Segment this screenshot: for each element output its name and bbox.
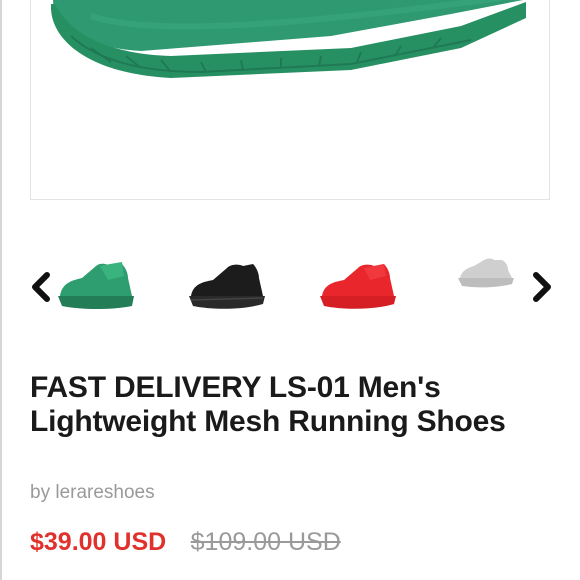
thumbnail-carousel — [0, 250, 580, 330]
thumbnail-red-shoe[interactable] — [314, 252, 404, 322]
thumbnail-black-shoe[interactable] — [183, 252, 273, 322]
price-row: $39.00 USD $109.00 USD — [30, 528, 341, 557]
product-title: FAST DELIVERY LS-01 Men's Lightweight Me… — [30, 371, 560, 439]
carousel-next-button[interactable] — [527, 270, 557, 304]
green-shoe-thumbnail — [58, 262, 134, 309]
chevron-right-icon — [533, 272, 551, 302]
vendor-link[interactable]: by lerareshoes — [30, 482, 155, 504]
red-shoe-thumbnail — [320, 264, 396, 309]
compare-at-price: $109.00 USD — [190, 528, 341, 556]
product-title-line-2: Lightweight Mesh Running Shoes — [30, 405, 506, 438]
black-shoe-thumbnail — [189, 264, 265, 309]
grey-shoe-thumbnail — [458, 258, 514, 288]
sale-price: $39.00 USD — [30, 528, 167, 556]
product-title-line-1: FAST DELIVERY LS-01 Men's — [30, 371, 441, 404]
main-product-image[interactable] — [30, 0, 550, 200]
green-shoe-image — [50, 0, 526, 78]
thumbnail-green-shoe[interactable] — [52, 252, 142, 322]
chevron-left-icon — [32, 272, 50, 302]
